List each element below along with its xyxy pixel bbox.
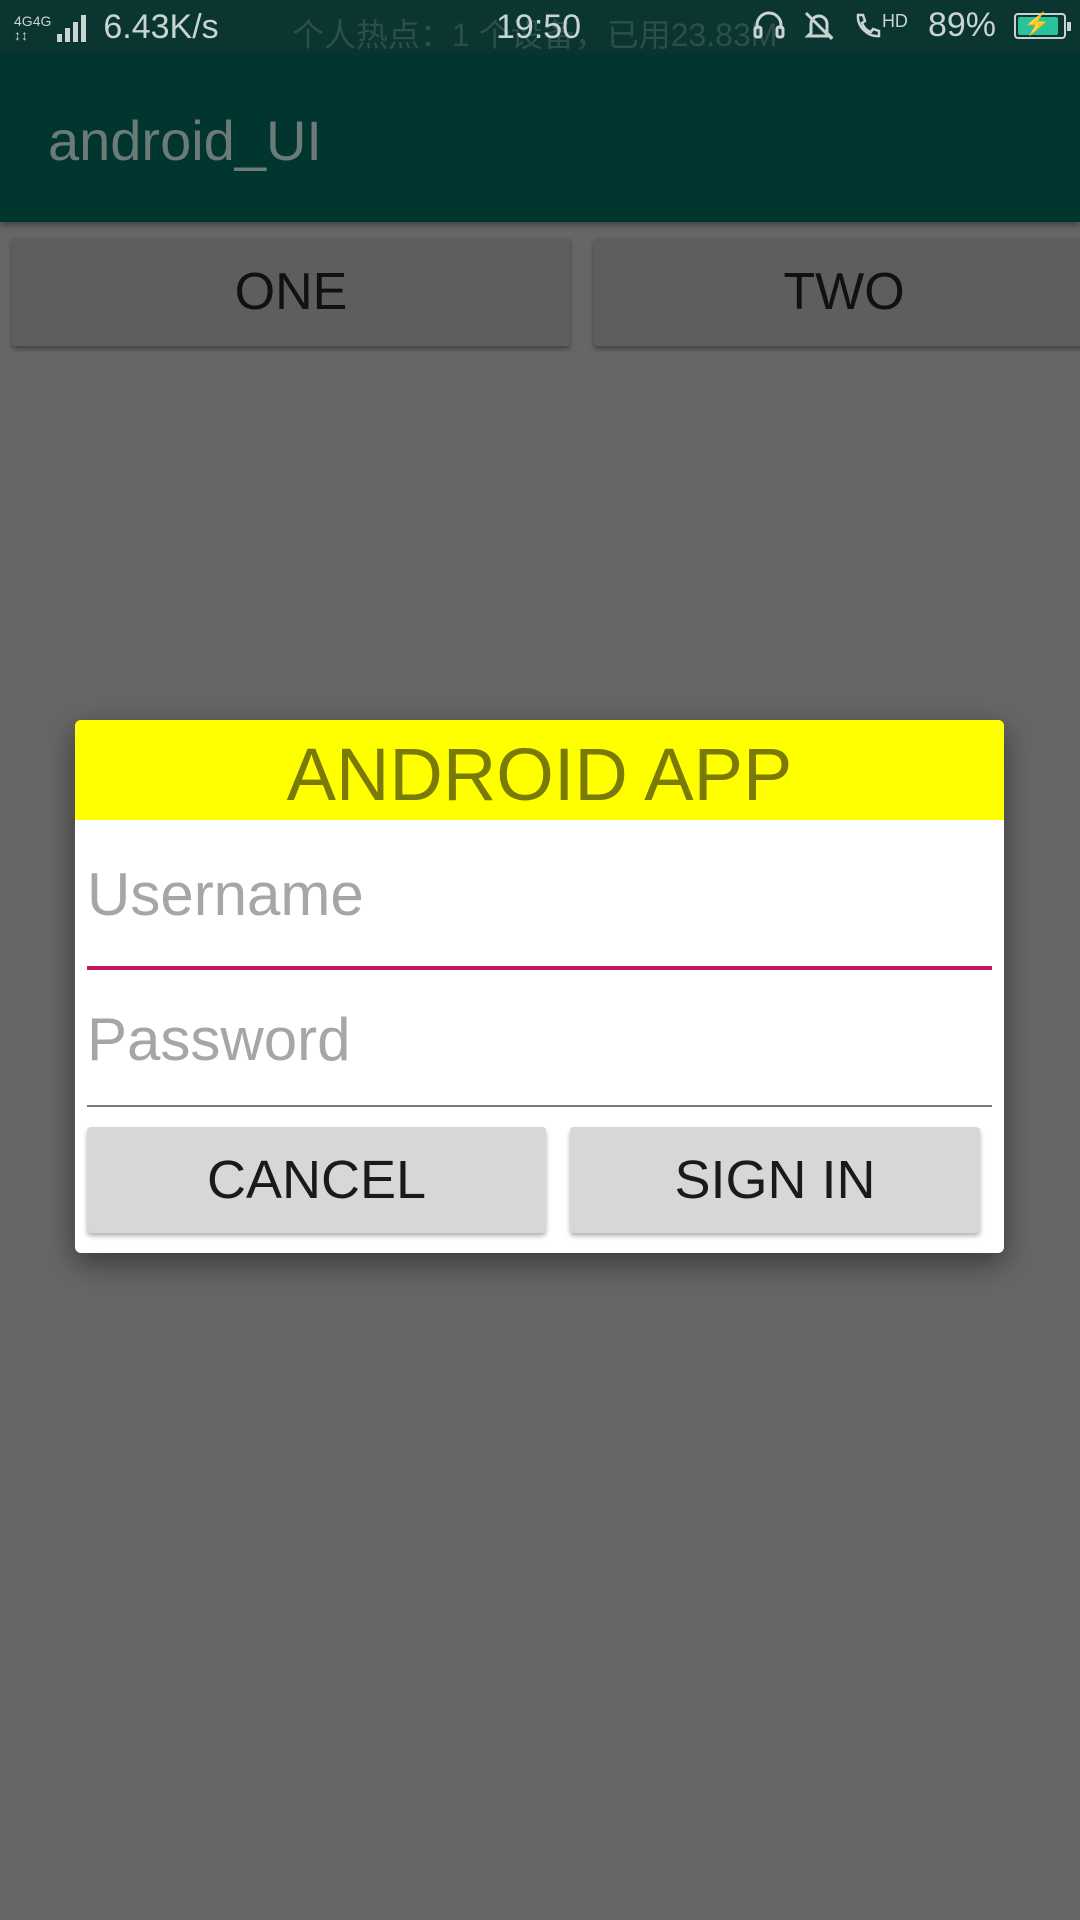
status-right: HD 89% ⚡ (736, 6, 1071, 45)
username-field[interactable]: Username (87, 860, 992, 970)
bell-muted-icon (804, 11, 834, 40)
battery-percent: 89% (927, 6, 996, 44)
username-placeholder: Username (87, 861, 364, 928)
login-dialog: ANDROID APP Username Password CANCEL SIG… (75, 720, 1004, 1253)
password-field[interactable]: Password (87, 1005, 992, 1107)
app-title: android_UI (48, 109, 322, 172)
network-label-2: 4G (32, 12, 52, 29)
status-left: 4G4G ↕↕ 6.43K/s (14, 8, 219, 47)
signal-icon (57, 14, 89, 42)
button-two[interactable]: TWO (594, 238, 1080, 346)
hd-badge: HD (881, 10, 908, 31)
button-one[interactable]: ONE (12, 238, 570, 346)
app-bar: android_UI (0, 54, 1080, 222)
network-speed: 6.43K/s (103, 8, 219, 46)
cancel-button[interactable]: CANCEL (87, 1127, 546, 1233)
battery-charging-icon: ⚡ (1014, 11, 1071, 39)
dialog-title: ANDROID APP (75, 720, 1004, 820)
status-time: 19:50 (496, 8, 582, 46)
phone-icon (856, 13, 881, 37)
hd-call-icon: HD (852, 11, 908, 41)
sign-in-button[interactable]: SIGN IN (570, 1127, 980, 1233)
network-type: 4G4G ↕↕ (14, 12, 52, 43)
status-bar: 4G4G ↕↕ 6.43K/s 个人热点：1 个设备，已用23.83M 19:5… (0, 0, 1080, 54)
headset-icon (753, 11, 785, 38)
password-placeholder: Password (87, 1006, 351, 1073)
